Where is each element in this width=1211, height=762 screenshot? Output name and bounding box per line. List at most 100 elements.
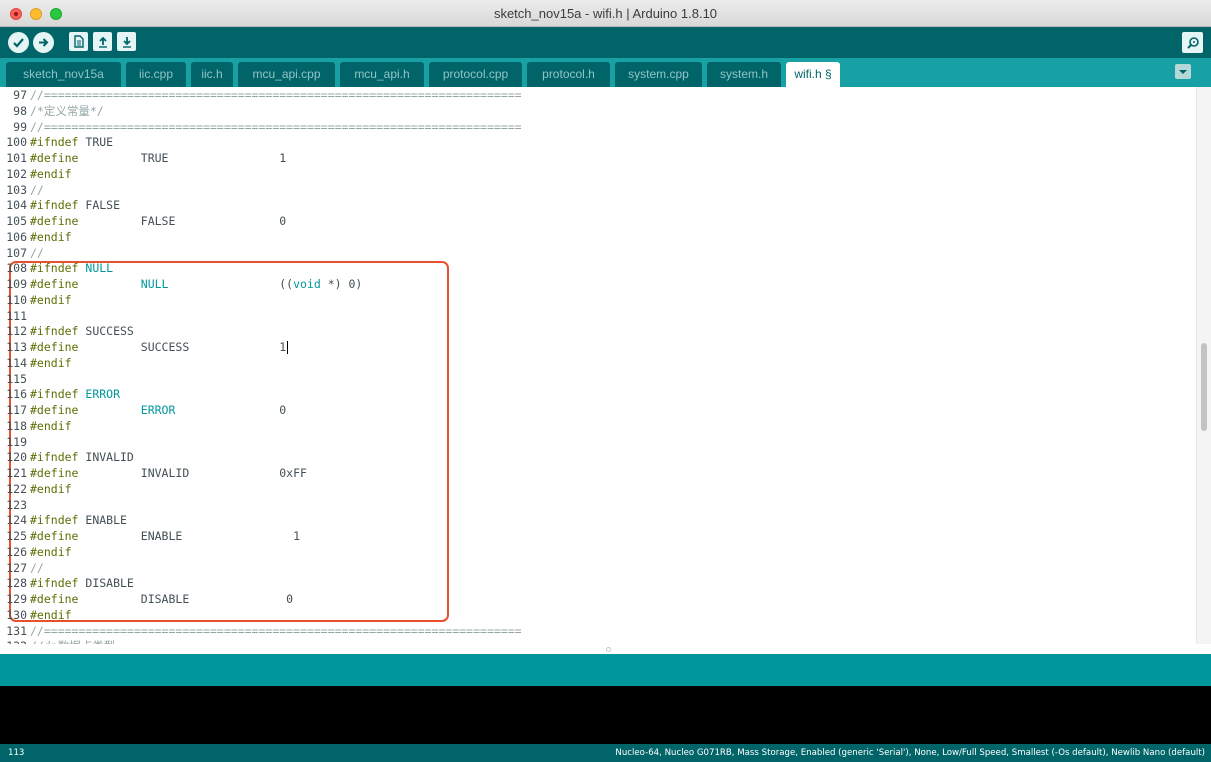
line-number: 104 — [6, 198, 27, 213]
tab-system-h[interactable]: system.h — [707, 62, 781, 87]
splitter-handle[interactable] — [606, 647, 611, 652]
tab-sketch[interactable]: sketch_nov15a — [6, 62, 121, 87]
tab-mcu-api-h[interactable]: mcu_api.h — [340, 62, 424, 87]
tab-iic-cpp[interactable]: iic.cpp — [126, 62, 186, 87]
tab-system-cpp[interactable]: system.cpp — [615, 62, 702, 87]
code-line[interactable]: 98/*定义常量*/ — [0, 104, 1180, 120]
code-line[interactable]: 99//====================================… — [0, 120, 1180, 136]
line-number: 97 — [13, 88, 27, 102]
code-token: #endif — [30, 418, 72, 433]
code-line[interactable]: 124 #ifndef ENABLE — [0, 513, 1180, 529]
serial-monitor-button[interactable] — [1182, 32, 1203, 53]
code-line[interactable]: 128 #ifndef DISABLE — [0, 576, 1180, 592]
code-token: INVALID — [78, 450, 134, 465]
line-number: 105 — [6, 214, 27, 228]
scrollbar-thumb[interactable] — [1201, 343, 1207, 431]
code-token: #endif — [30, 481, 72, 496]
code-line[interactable]: 103// — [0, 183, 1180, 199]
line-number: 131 — [6, 623, 27, 638]
new-button[interactable] — [69, 32, 88, 51]
tab-menu-button[interactable] — [1175, 64, 1191, 79]
editor-vertical-scrollbar[interactable] — [1196, 87, 1211, 644]
code-line[interactable]: 115 — [0, 372, 1180, 388]
code-line[interactable]: 97//====================================… — [0, 88, 1180, 104]
arrow-right-icon — [39, 38, 49, 47]
code-line[interactable]: 108 #ifndef NULL — [0, 261, 1180, 277]
code-line[interactable]: 127// — [0, 561, 1180, 577]
code-token: #define — [30, 403, 79, 417]
code-line[interactable]: 120 #ifndef INVALID — [0, 450, 1180, 466]
code-line[interactable]: 113 #define SUCCESS 1 — [0, 340, 1180, 356]
code-line[interactable]: 102 #endif — [0, 167, 1180, 183]
code-token: #ifndef — [30, 324, 79, 339]
tab-iic-h[interactable]: iic.h — [191, 62, 233, 87]
code-line[interactable]: 109 #define NULL ((void *) 0) — [0, 277, 1180, 293]
code-line[interactable]: 129 #define DISABLE 0 — [0, 592, 1180, 608]
code-line[interactable]: 114 #endif — [0, 356, 1180, 372]
code-line[interactable]: 116 #ifndef ERROR — [0, 387, 1180, 403]
code-line[interactable]: 104 #ifndef FALSE — [0, 198, 1180, 214]
code-line[interactable]: 123 — [0, 498, 1180, 514]
line-number: 123 — [6, 497, 27, 512]
magnifier-icon — [1186, 36, 1199, 49]
tab-wifi-h[interactable]: wifi.h § — [786, 62, 840, 87]
footer-bar: 113 Nucleo-64, Nucleo G071RB, Mass Stora… — [0, 744, 1211, 762]
code-token: (( — [168, 277, 294, 291]
tab-bar: sketch_nov15a iic.cpp iic.h mcu_api.cpp … — [0, 58, 1211, 87]
save-button[interactable] — [117, 32, 136, 51]
code-line[interactable]: 118 #endif — [0, 419, 1180, 435]
code-line[interactable]: 100 #ifndef TRUE — [0, 135, 1180, 151]
code-line[interactable]: 101 #define TRUE 1 — [0, 151, 1180, 167]
arrow-down-icon — [122, 37, 131, 48]
code-token: FALSE — [78, 198, 121, 213]
code-token: /*定义常量*/ — [30, 103, 104, 118]
code-token: DISABLE — [78, 576, 134, 591]
code-token: //======================================… — [30, 119, 522, 134]
console-output[interactable] — [0, 686, 1211, 744]
line-number: 124 — [6, 513, 27, 528]
line-number: 128 — [6, 576, 27, 591]
code-token: #define — [30, 466, 79, 480]
tab-protocol-h[interactable]: protocol.h — [527, 62, 610, 87]
code-line[interactable]: 121 #define INVALID 0xFF — [0, 466, 1180, 482]
code-token: #ifndef — [30, 198, 79, 213]
code-editor[interactable]: 97 //====================================… — [0, 87, 1196, 644]
open-button[interactable] — [93, 32, 112, 51]
code-token: TRUE 1 — [78, 151, 287, 165]
code-token: ERROR — [140, 403, 176, 417]
code-token: #define — [30, 151, 79, 165]
code-line[interactable]: 119 — [0, 435, 1180, 451]
code-token: #ifndef — [30, 387, 79, 402]
code-token: // — [30, 182, 44, 197]
line-number: 103 — [6, 182, 27, 197]
line-number: 126 — [6, 544, 27, 559]
line-number: 98 — [13, 103, 27, 118]
code-line[interactable]: 122 #endif — [0, 482, 1180, 498]
code-token: #define — [30, 277, 79, 291]
code-line[interactable]: 106 #endif — [0, 230, 1180, 246]
code-line[interactable]: 117 #define ERROR 0 — [0, 403, 1180, 419]
code-token: #ifndef — [30, 135, 79, 150]
tab-mcu-api-cpp[interactable]: mcu_api.cpp — [238, 62, 335, 87]
code-token: #endif — [30, 229, 72, 244]
line-number: 100 — [6, 135, 27, 150]
line-number: 125 — [6, 529, 27, 543]
code-line[interactable]: 125 #define ENABLE 1 — [0, 529, 1180, 545]
line-number: 102 — [6, 166, 27, 181]
code-line[interactable]: 110 #endif — [0, 293, 1180, 309]
arrow-up-icon — [98, 36, 107, 48]
verify-button[interactable] — [8, 32, 29, 53]
code-token: NULL — [140, 277, 169, 291]
code-line[interactable]: 126 #endif — [0, 545, 1180, 561]
upload-button[interactable] — [33, 32, 54, 53]
code-token: DISABLE 0 — [78, 592, 294, 606]
code-line[interactable]: 105 #define FALSE 0 — [0, 214, 1180, 230]
code-line[interactable]: 107// — [0, 246, 1180, 262]
code-line[interactable]: 131//===================================… — [0, 624, 1180, 640]
code-line[interactable]: 112 #ifndef SUCCESS — [0, 324, 1180, 340]
code-token: void — [293, 277, 321, 291]
code-line[interactable]: 130 #endif — [0, 608, 1180, 624]
tab-protocol-cpp[interactable]: protocol.cpp — [429, 62, 522, 87]
code-line[interactable]: 111 — [0, 309, 1180, 325]
